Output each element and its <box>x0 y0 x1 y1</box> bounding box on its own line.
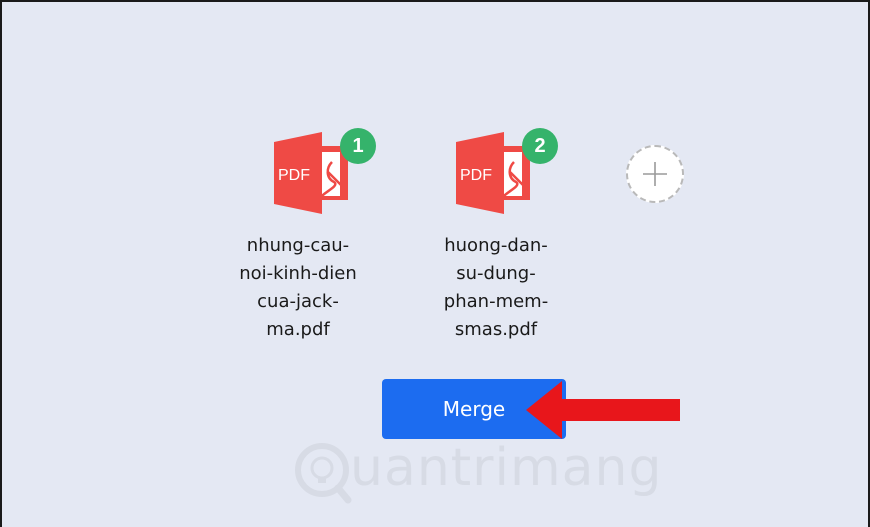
file-name: nhung-cau- noi-kinh-dien cua-jack- ma.pd… <box>239 235 357 340</box>
watermark-text: uantrimang <box>350 438 663 498</box>
pdf-label: PDF <box>460 167 492 184</box>
pdf-file-icon: PDF 2 <box>456 128 558 222</box>
plus-icon <box>643 162 667 186</box>
add-file-button[interactable] <box>626 145 684 203</box>
quantrimang-watermark: uantrimang <box>294 434 661 514</box>
merge-pdf-panel: PDF 1 nhung-cau- noi-kinh-dien cua-jack-… <box>0 0 870 527</box>
file-name: huong-dan- su-dung- phan-mem- smas.pdf <box>443 235 549 340</box>
order-badge: 1 <box>340 128 376 164</box>
order-badge: 2 <box>522 128 558 164</box>
red-arrow-left-icon <box>526 381 680 439</box>
pdf-label: PDF <box>278 167 310 184</box>
pdf-file-icon: PDF 1 <box>274 128 376 222</box>
quantrimang-logo <box>295 443 352 504</box>
